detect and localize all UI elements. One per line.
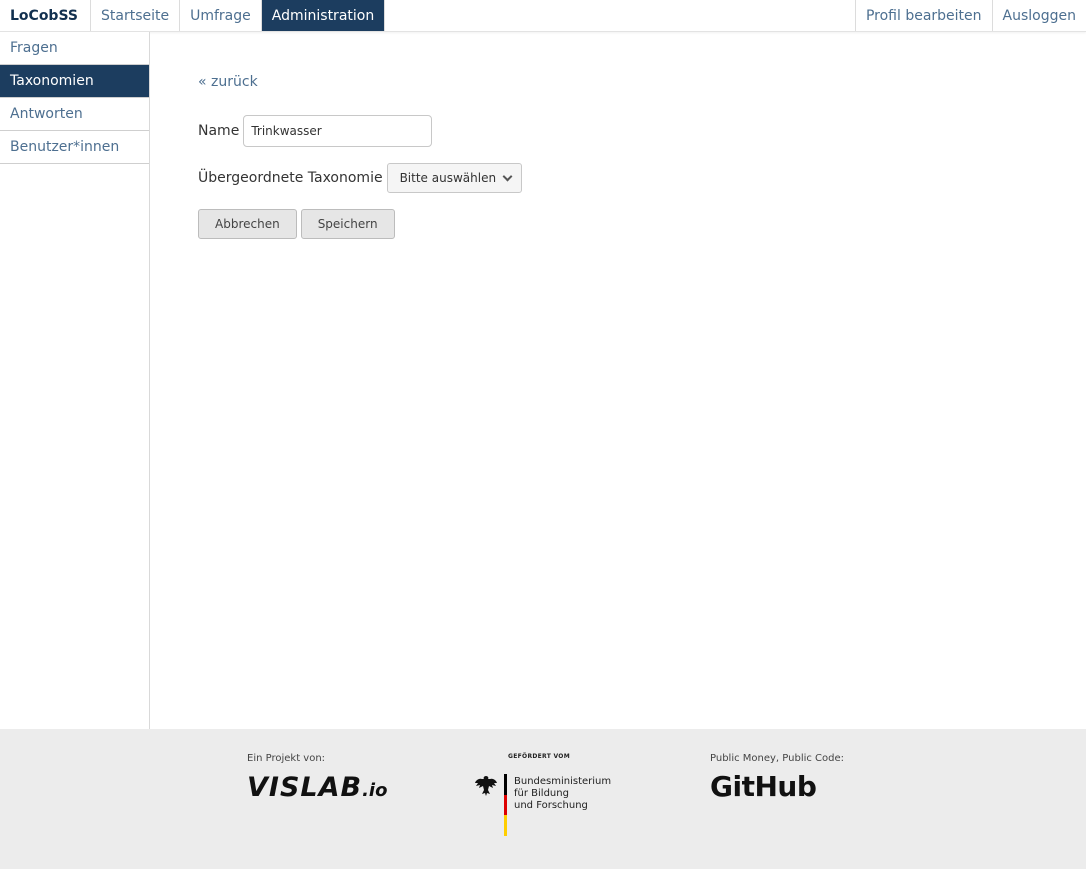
save-button[interactable]: Speichern bbox=[300, 209, 395, 239]
form-buttons: Abbrechen Speichern bbox=[198, 209, 395, 239]
code-caption: Public Money, Public Code: bbox=[710, 753, 845, 764]
vislab-logo-text: VISLAB bbox=[247, 772, 363, 803]
top-navbar: LoCobSS Startseite Umfrage Administratio… bbox=[0, 0, 1086, 32]
brand-logo[interactable]: LoCobSS bbox=[0, 0, 90, 31]
name-label: Name bbox=[198, 123, 240, 139]
footer-vislab: Ein Projekt von: VISLAB.io bbox=[247, 753, 387, 803]
parent-taxonomy-select[interactable]: Bitte auswählen bbox=[386, 163, 523, 193]
german-flag-bar bbox=[504, 774, 507, 836]
bmbf-name: Bundesministerium für Bildung und Forsch… bbox=[514, 776, 611, 812]
eagle-icon bbox=[475, 776, 497, 796]
parent-taxonomy-select-value: Bitte auswählen bbox=[399, 171, 497, 185]
sidebar-item-antworten[interactable]: Antworten bbox=[0, 98, 149, 131]
name-row: Name bbox=[198, 115, 433, 147]
github-logo[interactable]: GitHub bbox=[710, 770, 844, 803]
nav-profil-bearbeiten[interactable]: Profil bearbeiten bbox=[854, 0, 992, 31]
footer-bmbf: GEFÖRDERT VOM Bundesministerium für Bild… bbox=[474, 753, 614, 840]
bmbf-logo[interactable]: Bundesministerium für Bildung und Forsch… bbox=[474, 774, 614, 840]
sidebar-item-taxonomien[interactable]: Taxonomien bbox=[0, 65, 149, 98]
footer-github: Public Money, Public Code: GitHub bbox=[710, 753, 844, 803]
sidebar-item-benutzerinnen[interactable]: Benutzer*innen bbox=[0, 131, 149, 164]
nav-startseite[interactable]: Startseite bbox=[90, 0, 179, 31]
chevron-down-icon bbox=[502, 171, 513, 181]
cancel-button[interactable]: Abbrechen bbox=[198, 209, 297, 239]
project-caption: Ein Projekt von: bbox=[247, 753, 326, 764]
bmbf-line-1: Bundesministerium bbox=[514, 776, 612, 787]
bmbf-line-3: und Forschung bbox=[514, 800, 588, 811]
funded-caption: GEFÖRDERT VOM bbox=[508, 753, 570, 760]
vislab-logo-suffix: .io bbox=[362, 780, 388, 801]
nav-ausloggen[interactable]: Ausloggen bbox=[991, 0, 1086, 31]
footer: Ein Projekt von: VISLAB.io GEFÖRDERT VOM… bbox=[0, 729, 1086, 869]
name-input[interactable] bbox=[243, 115, 433, 147]
parent-taxonomy-row: Übergeordnete Taxonomie Bitte auswählen bbox=[198, 163, 523, 193]
sidebar-item-fragen[interactable]: Fragen bbox=[0, 32, 149, 65]
nav-administration[interactable]: Administration bbox=[260, 0, 386, 31]
sidebar: Fragen Taxonomien Antworten Benutzer*inn… bbox=[0, 32, 150, 729]
parent-taxonomy-label: Übergeordnete Taxonomie bbox=[198, 170, 383, 186]
vislab-logo[interactable]: VISLAB.io bbox=[247, 772, 387, 803]
nav-umfrage[interactable]: Umfrage bbox=[179, 0, 261, 31]
back-link[interactable]: « zurück bbox=[198, 74, 258, 90]
bmbf-line-2: für Bildung bbox=[514, 788, 569, 799]
